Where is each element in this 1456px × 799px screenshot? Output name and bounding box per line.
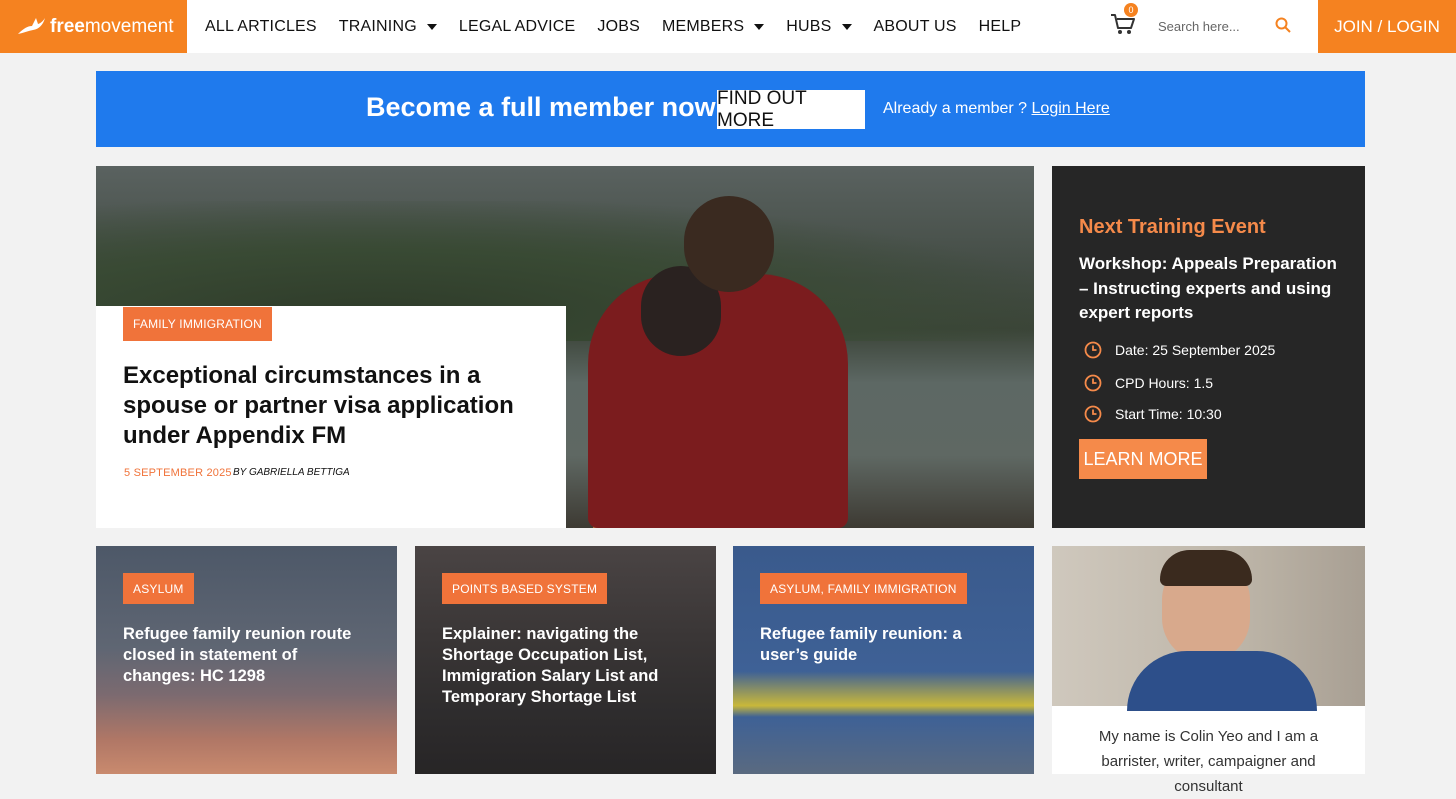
card-title[interactable]: Refugee family reunion: a user’s guide [760,624,1010,666]
event-heading: Next Training Event [1079,216,1266,238]
hero-title[interactable]: Exceptional circumstances in a spouse or… [123,361,533,451]
chevron-down-icon [426,23,437,30]
article-card[interactable]: ASYLUM Refugee family reunion route clos… [96,546,397,774]
logo[interactable]: free movement [0,0,187,53]
logo-text-bold: free [50,15,85,37]
chevron-down-icon [754,23,765,30]
hero-date: 5 SEPTEMBER 2025 [124,467,232,479]
banner-login-text: Already a member ? Login Here [883,100,1110,118]
event-title[interactable]: Workshop: Appeals Preparation – Instruct… [1079,252,1341,326]
event-date-row: Date: 25 September 2025 [1084,341,1275,359]
chevron-down-icon [841,23,852,30]
nav-members[interactable]: MEMBERS [661,17,765,36]
article-card[interactable]: ASYLUM, FAMILY IMMIGRATION Refugee famil… [733,546,1034,774]
card-title[interactable]: Refugee family reunion route closed in s… [123,624,373,687]
nav-all-articles[interactable]: ALL ARTICLES [205,18,317,36]
card-category-tag[interactable]: ASYLUM [123,573,194,604]
already-member-text: Already a member ? [883,100,1028,117]
clock-icon [1084,405,1102,423]
card-category-tag[interactable]: POINTS BASED SYSTEM [442,573,608,604]
cart-count-badge: 0 [1124,3,1138,17]
nav-label: HELP [978,17,1022,35]
nav-help[interactable]: HELP [979,18,1022,36]
nav-label: LEGAL ADVICE [458,17,576,35]
event-cpd: CPD Hours: 1.5 [1115,375,1214,391]
event-cpd-row: CPD Hours: 1.5 [1084,374,1213,392]
nav-label: TRAINING [338,17,417,35]
banner-title: Become a full member now [366,92,716,122]
card-category-tag[interactable]: ASYLUM, FAMILY IMMIGRATION [760,573,967,604]
find-out-more-button[interactable]: FIND OUT MORE [717,88,865,131]
join-login-button[interactable]: JOIN / LOGIN [1318,0,1456,53]
author-bio-card: My name is Colin Yeo and I am a barriste… [1052,546,1365,795]
main-nav: ALL ARTICLES TRAINING LEGAL ADVICE JOBS … [205,0,1043,53]
hero-author[interactable]: BY GABRIELLA BETTIGA [233,467,350,478]
nav-label: JOBS [597,17,640,35]
event-date: Date: 25 September 2025 [1115,342,1276,358]
nav-training[interactable]: TRAINING [339,18,437,36]
nav-label: ABOUT US [873,17,957,35]
nav-legal-advice[interactable]: LEGAL ADVICE [459,18,576,36]
author-bio-text: My name is Colin Yeo and I am a barriste… [1098,728,1319,795]
search-icon[interactable] [1275,17,1291,33]
nav-jobs[interactable]: JOBS [597,18,640,36]
card-title[interactable]: Explainer: navigating the Shortage Occup… [442,624,692,708]
nav-label: HUBS [786,17,832,35]
author-photo [1052,546,1365,711]
search-input[interactable] [1158,13,1268,39]
membership-banner: Become a full member now FIND OUT MORE A… [96,71,1365,147]
event-start-row: Start Time: 10:30 [1084,405,1222,423]
nav-about-us[interactable]: ABOUT US [874,18,957,36]
nav-hubs[interactable]: HUBS [786,17,852,36]
login-here-link[interactable]: Login Here [1032,100,1110,117]
nav-label: MEMBERS [661,17,745,35]
article-card[interactable]: POINTS BASED SYSTEM Explainer: navigatin… [415,546,716,774]
hero-category-tag[interactable]: FAMILY IMMIGRATION [123,307,272,341]
learn-more-button[interactable]: LEARN MORE [1079,439,1207,479]
clock-icon [1084,374,1102,392]
bird-icon [18,17,45,34]
nav-label: ALL ARTICLES [205,17,317,35]
logo-text: movement [84,15,174,37]
event-start: Start Time: 10:30 [1115,406,1222,422]
clock-icon [1084,341,1102,359]
